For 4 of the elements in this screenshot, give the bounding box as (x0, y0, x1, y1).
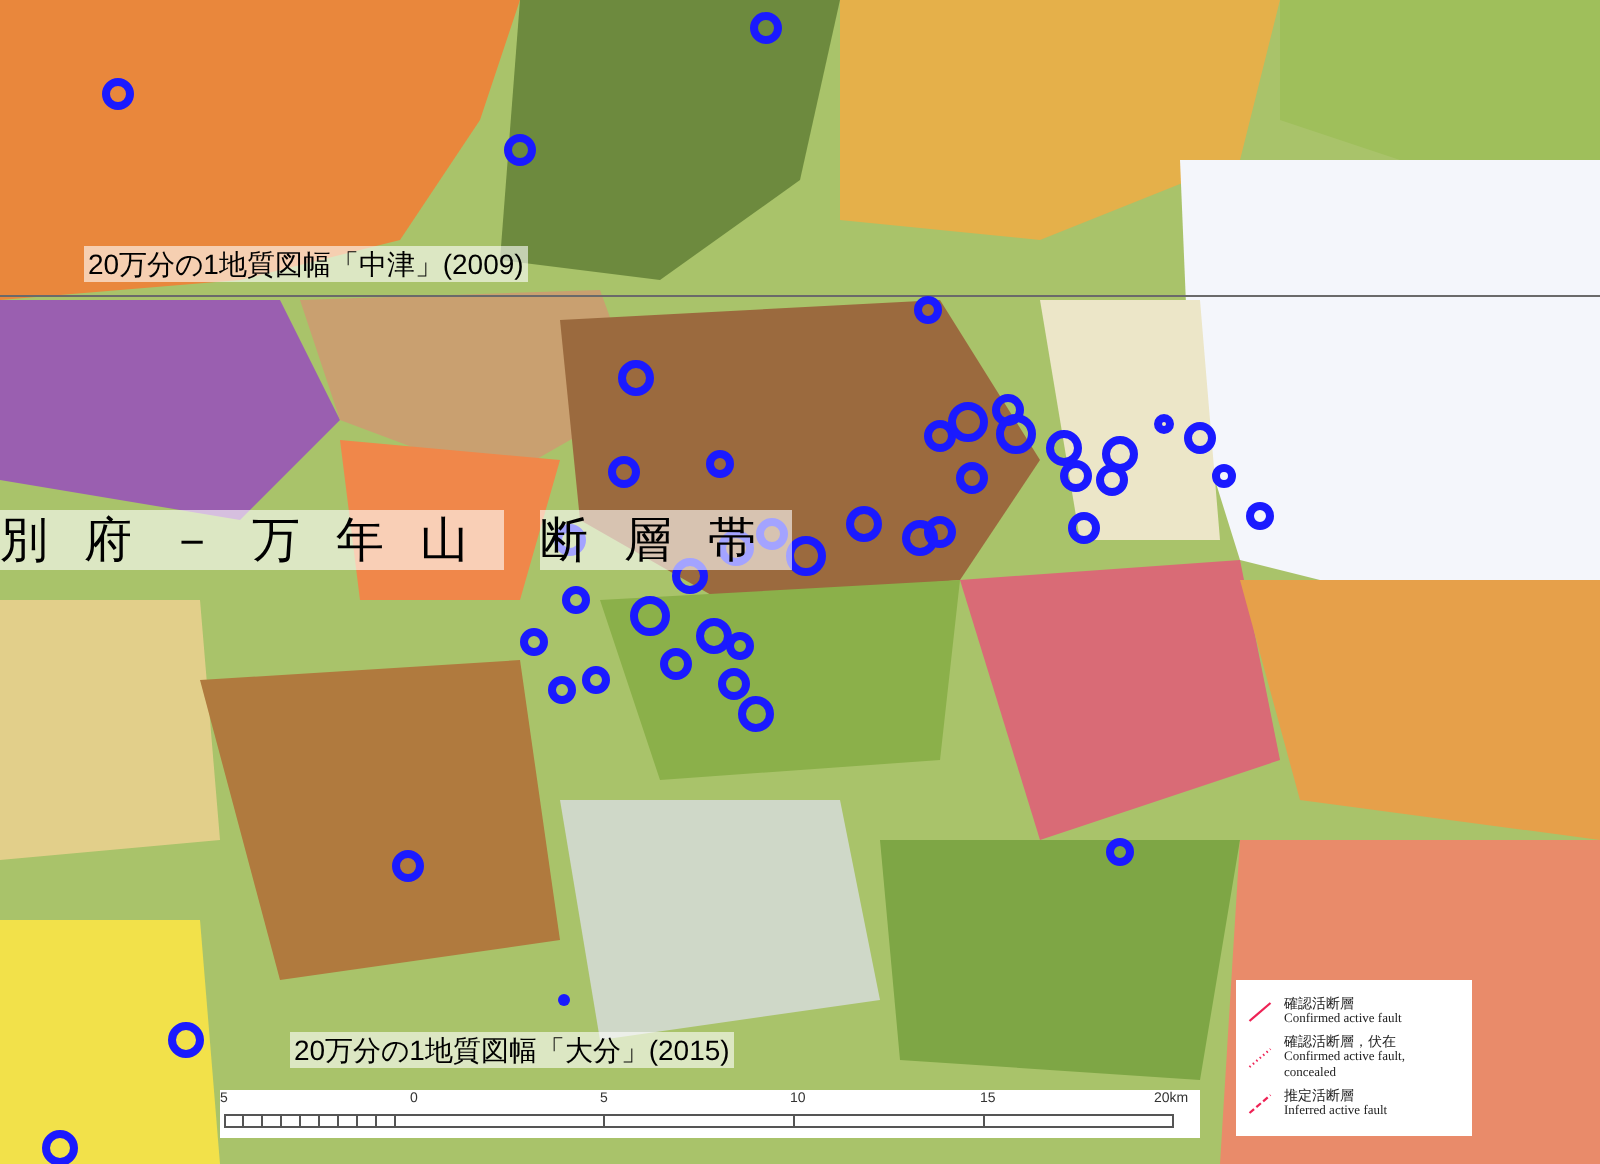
map-sheet-title: 20万分の1地質図幅「大分」(2015) (290, 1032, 734, 1068)
fault-zone-label: 別府－万年山 (0, 510, 504, 570)
fault-zone-label: 断層帯 (540, 510, 792, 570)
map-sheet-title: 20万分の1地質図幅「中津」(2009) (84, 246, 528, 282)
